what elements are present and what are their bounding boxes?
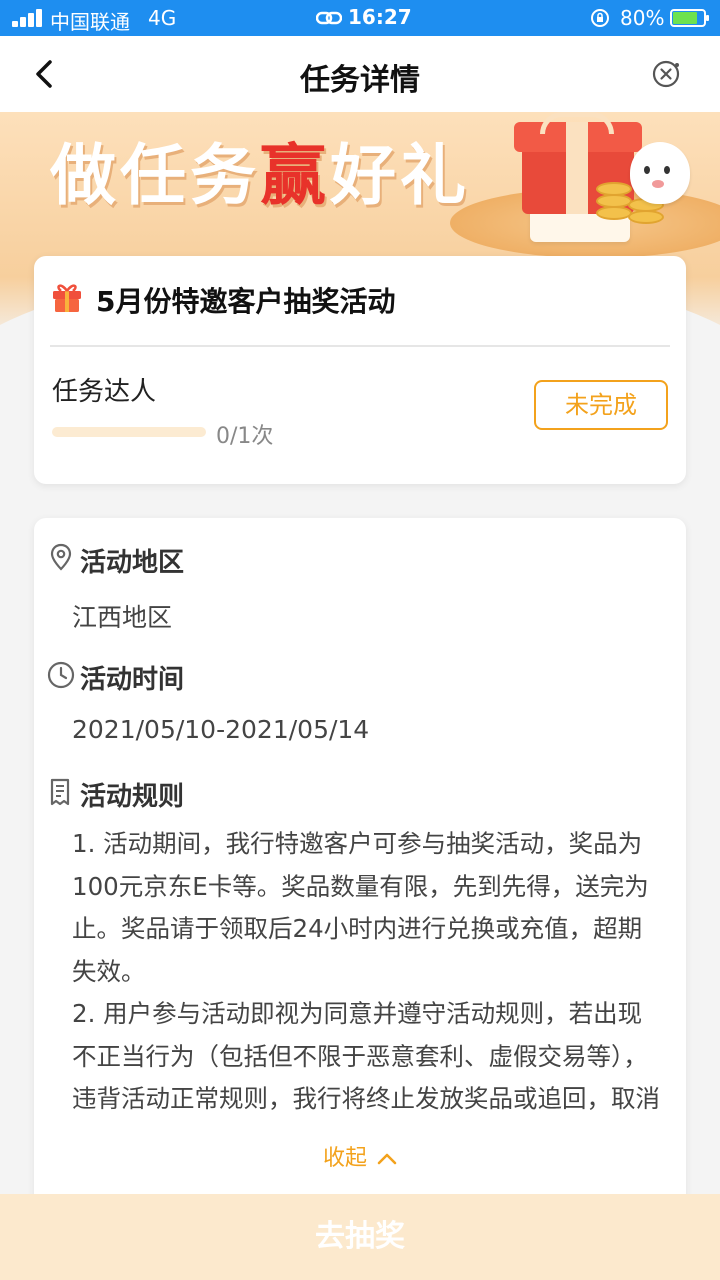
bottom-action-bar: 去抽奖 <box>0 1194 720 1280</box>
clock-icon <box>47 661 75 689</box>
slogan-highlight: 赢 <box>260 137 330 214</box>
battery-percent: 80% <box>620 6 665 30</box>
document-icon <box>50 778 70 806</box>
divider <box>50 345 670 347</box>
rules-text: 1. 活动期间，我行特邀客户可参与抽奖活动，奖品为100元京东E卡等。奖品数量有… <box>72 823 662 1127</box>
link-icon <box>316 11 342 25</box>
battery-charging-icon <box>670 9 709 27</box>
close-circle-icon[interactable] <box>646 54 686 94</box>
task-status-button[interactable]: 未完成 <box>534 380 668 430</box>
rules-paragraph-1: 1. 活动期间，我行特邀客户可参与抽奖活动，奖品为100元京东E卡等。奖品数量有… <box>72 829 649 986</box>
carrier-name: 中国联通 <box>50 10 130 34</box>
signal-icon <box>12 9 46 27</box>
time-section-title: 活动时间 <box>80 665 185 695</box>
nav-bar: 任务详情 <box>0 36 720 112</box>
status-bar: 中国联通 4G 16:27 80% <box>0 0 720 36</box>
task-name: 任务达人 <box>52 377 157 407</box>
task-progress-text: 0/1次 <box>216 424 274 449</box>
network-type: 4G <box>148 6 177 30</box>
rules-paragraph-2: 2. 用户参与活动即视为同意并遵守活动规则，若出现不正当行为（包括但不限于恶意套… <box>72 999 660 1127</box>
clock: 16:27 <box>348 5 412 29</box>
go-draw-button[interactable]: 去抽奖 <box>0 1194 720 1280</box>
activity-title: 5月份特邀客户抽奖活动 <box>96 285 396 318</box>
location-pin-icon <box>50 543 72 571</box>
task-card: 5月份特邀客户抽奖活动 任务达人 0/1次 未完成 <box>34 256 686 484</box>
orientation-lock-icon <box>591 9 609 27</box>
time-value: 2021/05/10-2021/05/14 <box>72 715 370 744</box>
mascot-icon <box>630 142 690 204</box>
rules-section-title: 活动规则 <box>80 782 185 812</box>
gift-icon <box>53 284 81 312</box>
page-title: 任务详情 <box>300 63 420 98</box>
banner-slogan: 做任务赢好礼 <box>50 137 470 214</box>
collapse-label: 收起 <box>322 1146 367 1171</box>
chevron-up-icon <box>377 1153 397 1165</box>
region-value: 江西地区 <box>72 603 173 632</box>
task-progress-bar <box>52 427 206 437</box>
region-section-title: 活动地区 <box>80 548 185 578</box>
activity-details-card: 活动地区 江西地区 活动时间 2021/05/10-2021/05/14 活动规… <box>34 518 686 1218</box>
collapse-button[interactable]: 收起 <box>34 1140 686 1172</box>
